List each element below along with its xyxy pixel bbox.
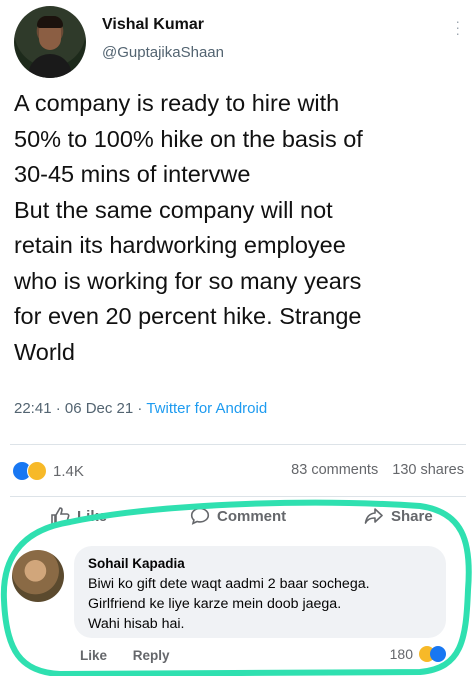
sad-reaction-icon (27, 461, 47, 481)
tweet-header: Vishal Kumar @GuptajikaShaan · · · (14, 6, 460, 80)
comment-reactions[interactable]: 180 (390, 646, 446, 662)
reaction-count: 1.4K (53, 462, 84, 480)
like-reaction-icon (430, 646, 446, 662)
more-options-icon[interactable]: · · · (455, 14, 460, 40)
comment-reaction-count: 180 (389, 646, 413, 662)
comment-author[interactable]: Sohail Kapadia (88, 556, 185, 571)
thumbs-up-icon (51, 507, 70, 525)
tweet-source[interactable]: Twitter for Android (146, 400, 267, 417)
post-reactions[interactable]: 1.4K (12, 461, 84, 481)
post-action-bar: Like Comment Share (0, 503, 474, 535)
share-icon (364, 508, 383, 524)
comment-like-button[interactable]: Like (80, 648, 107, 663)
share-button[interactable]: Share (364, 507, 433, 525)
comment-text-line: Wahi hisab hai. (88, 616, 185, 632)
comment: Sohail Kapadia Biwi ko gift dete waqt aa… (12, 546, 462, 676)
comment-text-line: Biwi ko gift dete waqt aadmi 2 baar soch… (88, 576, 370, 592)
like-button[interactable]: Like (50, 507, 107, 525)
author-name[interactable]: Vishal Kumar (102, 16, 204, 34)
comment-icon (190, 507, 210, 525)
commenter-avatar[interactable] (12, 550, 64, 602)
divider (10, 496, 466, 497)
comment-reply-button[interactable]: Reply (133, 648, 170, 663)
author-avatar[interactable] (14, 6, 86, 78)
comment-button[interactable]: Comment (190, 507, 286, 525)
share-label: Share (391, 507, 433, 525)
tweet-text: A company is ready to hire with 50% to 1… (14, 90, 363, 365)
tweet-meta: 22:41 · 06 Dec 21 · Twitter for Android (14, 400, 267, 417)
post-stats: 83 comments 130 shares (291, 462, 464, 478)
divider (10, 444, 466, 445)
comment-text-line: Girlfriend ke liye karze mein doob jaega… (88, 596, 342, 612)
comments-count[interactable]: 83 comments (291, 462, 378, 478)
shares-count[interactable]: 130 shares (392, 462, 464, 478)
author-handle[interactable]: @GuptajikaShaan (102, 44, 224, 61)
comment-actions: Like Reply (80, 648, 170, 663)
tweet-timestamp: 22:41 · 06 Dec 21 · (14, 400, 147, 417)
comment-label: Comment (217, 507, 287, 525)
comment-bubble: Sohail Kapadia Biwi ko gift dete waqt aa… (74, 546, 446, 638)
like-label: Like (77, 507, 108, 525)
